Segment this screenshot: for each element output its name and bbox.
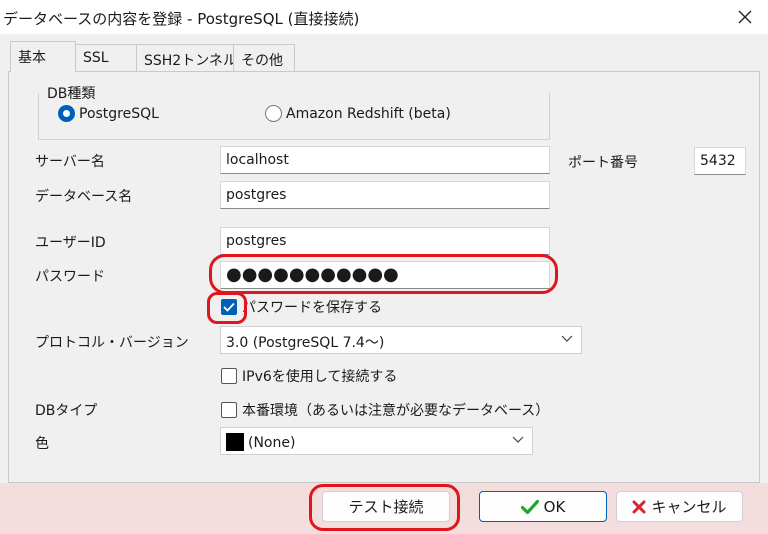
protocol-version-value: 3.0 (PostgreSQL 7.4～) bbox=[226, 335, 385, 351]
radio-postgresql[interactable]: PostgreSQL bbox=[58, 105, 159, 122]
tab-ssl[interactable]: SSL bbox=[75, 44, 137, 71]
connection-dialog: データベースの内容を登録 - PostgreSQL (直接接続) 基本 SSL … bbox=[0, 0, 768, 534]
tab-other[interactable]: その他 bbox=[233, 44, 295, 71]
color-swatch bbox=[226, 433, 244, 451]
protocol-version-select[interactable]: 3.0 (PostgreSQL 7.4～) bbox=[220, 326, 582, 354]
window-title: データベースの内容を登録 - PostgreSQL (直接接続) bbox=[3, 10, 360, 28]
test-connection-button[interactable]: テスト接続 bbox=[322, 491, 450, 522]
checkbox-unchecked-icon bbox=[221, 402, 237, 418]
save-password-label: パスワードを保存する bbox=[242, 300, 382, 316]
checkbox-unchecked-icon bbox=[221, 368, 237, 384]
user-id-input[interactable]: postgres bbox=[220, 227, 550, 255]
port-label: ポート番号 bbox=[568, 155, 638, 171]
radio-amazon-redshift[interactable]: Amazon Redshift (beta) bbox=[265, 105, 451, 122]
test-connection-label: テスト接続 bbox=[348, 498, 424, 516]
protocol-version-label: プロトコル・バージョン bbox=[35, 335, 189, 351]
database-name-input[interactable]: postgres bbox=[220, 181, 550, 209]
chevron-down-icon bbox=[512, 436, 524, 443]
radio-selected-icon bbox=[58, 105, 75, 122]
checkmark-icon bbox=[520, 499, 539, 514]
radio-postgresql-label: PostgreSQL bbox=[79, 105, 159, 122]
save-password-checkbox[interactable]: パスワードを保存する bbox=[221, 297, 382, 317]
server-name-label: サーバー名 bbox=[35, 154, 105, 170]
server-name-input[interactable]: localhost bbox=[220, 146, 550, 174]
checkbox-checked-icon bbox=[221, 299, 237, 315]
radio-amazon-redshift-label: Amazon Redshift (beta) bbox=[286, 105, 451, 122]
port-input[interactable]: 5432 bbox=[694, 147, 746, 175]
title-bar: データベースの内容を登録 - PostgreSQL (直接接続) bbox=[0, 0, 768, 34]
db-type-group-title: DB種類 bbox=[45, 83, 98, 103]
database-name-label: データベース名 bbox=[35, 189, 133, 205]
tab-basic[interactable]: 基本 bbox=[10, 41, 76, 72]
ipv6-label: IPv6を使用して接続する bbox=[242, 369, 398, 385]
cancel-button[interactable]: キャンセル bbox=[616, 491, 743, 522]
password-label: パスワード bbox=[35, 269, 105, 285]
close-icon bbox=[738, 10, 752, 24]
ipv6-checkbox[interactable]: IPv6を使用して接続する bbox=[221, 366, 397, 386]
user-id-label: ユーザーID bbox=[35, 235, 106, 251]
color-value: (None) bbox=[248, 435, 296, 451]
db-type-label: DBタイプ bbox=[35, 403, 98, 419]
radio-unselected-icon bbox=[265, 105, 282, 122]
color-label: 色 bbox=[35, 436, 49, 452]
password-input[interactable]: ●●●●●●●●●●● bbox=[220, 261, 550, 289]
ok-label: OK bbox=[543, 497, 566, 516]
cancel-label: キャンセル bbox=[651, 498, 727, 516]
tab-bar: 基本 SSL SSH2トンネル その他 bbox=[0, 34, 768, 72]
chevron-down-icon bbox=[561, 335, 573, 342]
cancel-x-icon bbox=[632, 500, 646, 513]
production-env-checkbox[interactable]: 本番環境（あるいは注意が必要なデータベース） bbox=[221, 400, 549, 420]
ok-button[interactable]: OK bbox=[479, 491, 607, 522]
close-button[interactable] bbox=[722, 0, 768, 34]
color-select[interactable]: (None) bbox=[220, 427, 533, 455]
production-env-label: 本番環境（あるいは注意が必要なデータベース） bbox=[242, 403, 550, 419]
tab-ssh2-tunnel[interactable]: SSH2トンネル bbox=[136, 44, 237, 71]
